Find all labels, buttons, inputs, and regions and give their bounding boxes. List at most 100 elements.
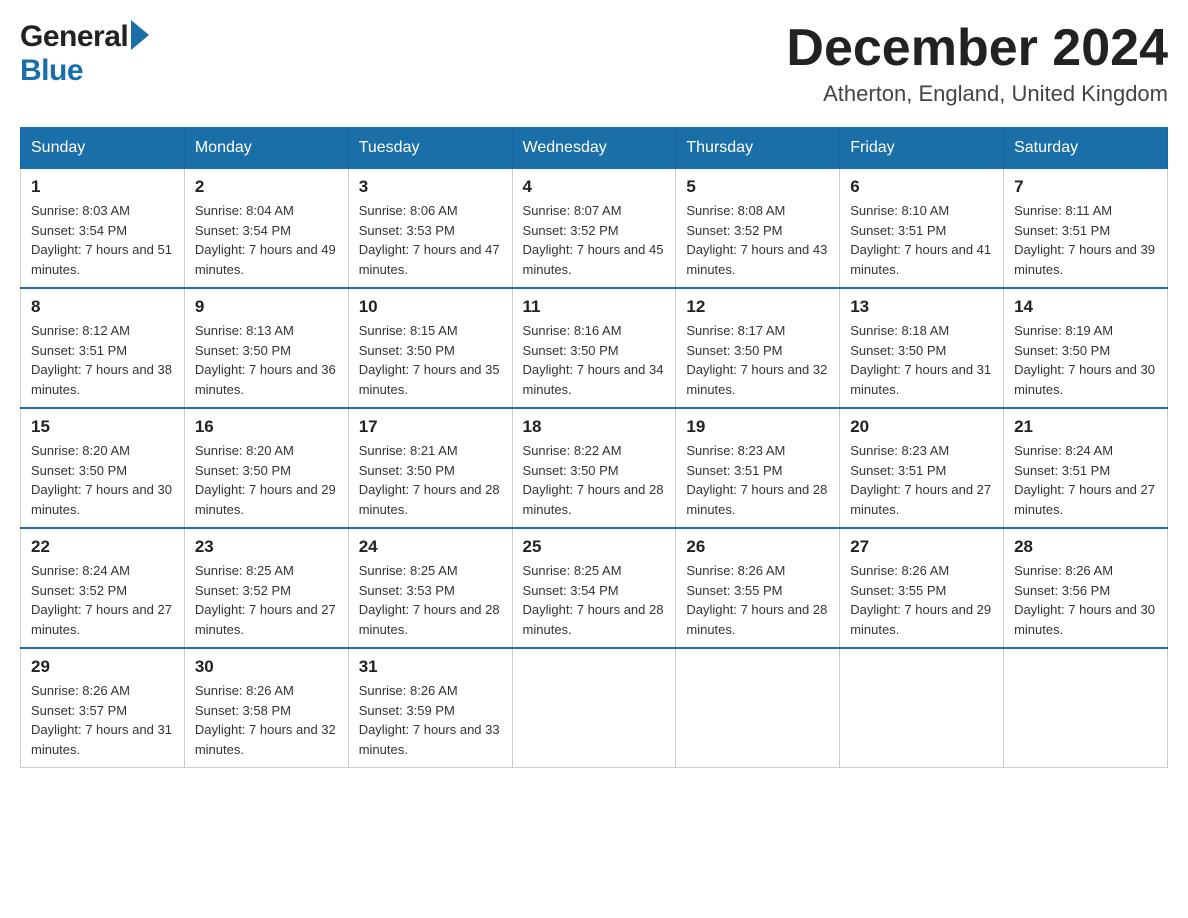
day-info: Sunrise: 8:26 AMSunset: 3:58 PMDaylight:…: [195, 683, 336, 757]
day-number: 8: [31, 297, 174, 317]
day-info: Sunrise: 8:22 AMSunset: 3:50 PMDaylight:…: [523, 443, 664, 517]
day-info: Sunrise: 8:23 AMSunset: 3:51 PMDaylight:…: [850, 443, 991, 517]
day-info: Sunrise: 8:12 AMSunset: 3:51 PMDaylight:…: [31, 323, 172, 397]
calendar-cell: 19 Sunrise: 8:23 AMSunset: 3:51 PMDaylig…: [676, 408, 840, 528]
calendar-cell: 1 Sunrise: 8:03 AMSunset: 3:54 PMDayligh…: [21, 168, 185, 288]
day-info: Sunrise: 8:17 AMSunset: 3:50 PMDaylight:…: [686, 323, 827, 397]
calendar-cell: [1004, 648, 1168, 768]
calendar-day-header-sunday: Sunday: [21, 128, 185, 168]
day-number: 27: [850, 537, 993, 557]
day-info: Sunrise: 8:07 AMSunset: 3:52 PMDaylight:…: [523, 203, 664, 277]
calendar-day-header-monday: Monday: [184, 128, 348, 168]
calendar-cell: 12 Sunrise: 8:17 AMSunset: 3:50 PMDaylig…: [676, 288, 840, 408]
day-number: 29: [31, 657, 174, 677]
day-number: 16: [195, 417, 338, 437]
day-info: Sunrise: 8:18 AMSunset: 3:50 PMDaylight:…: [850, 323, 991, 397]
calendar-cell: 14 Sunrise: 8:19 AMSunset: 3:50 PMDaylig…: [1004, 288, 1168, 408]
page-header: General Blue December 2024 Atherton, Eng…: [20, 20, 1168, 107]
calendar-cell: 28 Sunrise: 8:26 AMSunset: 3:56 PMDaylig…: [1004, 528, 1168, 648]
calendar-cell: 9 Sunrise: 8:13 AMSunset: 3:50 PMDayligh…: [184, 288, 348, 408]
day-number: 20: [850, 417, 993, 437]
calendar-week-row-4: 22 Sunrise: 8:24 AMSunset: 3:52 PMDaylig…: [21, 528, 1168, 648]
calendar-cell: 8 Sunrise: 8:12 AMSunset: 3:51 PMDayligh…: [21, 288, 185, 408]
day-info: Sunrise: 8:24 AMSunset: 3:52 PMDaylight:…: [31, 563, 172, 637]
calendar-day-header-friday: Friday: [840, 128, 1004, 168]
day-info: Sunrise: 8:19 AMSunset: 3:50 PMDaylight:…: [1014, 323, 1155, 397]
day-number: 11: [523, 297, 666, 317]
day-number: 30: [195, 657, 338, 677]
calendar-cell: 7 Sunrise: 8:11 AMSunset: 3:51 PMDayligh…: [1004, 168, 1168, 288]
day-info: Sunrise: 8:26 AMSunset: 3:55 PMDaylight:…: [850, 563, 991, 637]
calendar-cell: 17 Sunrise: 8:21 AMSunset: 3:50 PMDaylig…: [348, 408, 512, 528]
day-number: 18: [523, 417, 666, 437]
day-info: Sunrise: 8:21 AMSunset: 3:50 PMDaylight:…: [359, 443, 500, 517]
logo-blue-text: Blue: [20, 54, 83, 87]
day-number: 28: [1014, 537, 1157, 557]
day-number: 3: [359, 177, 502, 197]
day-info: Sunrise: 8:03 AMSunset: 3:54 PMDaylight:…: [31, 203, 172, 277]
day-number: 14: [1014, 297, 1157, 317]
day-number: 26: [686, 537, 829, 557]
day-number: 9: [195, 297, 338, 317]
day-number: 4: [523, 177, 666, 197]
day-info: Sunrise: 8:08 AMSunset: 3:52 PMDaylight:…: [686, 203, 827, 277]
day-info: Sunrise: 8:04 AMSunset: 3:54 PMDaylight:…: [195, 203, 336, 277]
calendar-cell: 26 Sunrise: 8:26 AMSunset: 3:55 PMDaylig…: [676, 528, 840, 648]
day-info: Sunrise: 8:25 AMSunset: 3:53 PMDaylight:…: [359, 563, 500, 637]
calendar-day-header-saturday: Saturday: [1004, 128, 1168, 168]
day-info: Sunrise: 8:26 AMSunset: 3:56 PMDaylight:…: [1014, 563, 1155, 637]
calendar-day-header-thursday: Thursday: [676, 128, 840, 168]
calendar-cell: 23 Sunrise: 8:25 AMSunset: 3:52 PMDaylig…: [184, 528, 348, 648]
day-info: Sunrise: 8:20 AMSunset: 3:50 PMDaylight:…: [195, 443, 336, 517]
calendar-cell: 24 Sunrise: 8:25 AMSunset: 3:53 PMDaylig…: [348, 528, 512, 648]
day-number: 6: [850, 177, 993, 197]
calendar-cell: 5 Sunrise: 8:08 AMSunset: 3:52 PMDayligh…: [676, 168, 840, 288]
day-info: Sunrise: 8:11 AMSunset: 3:51 PMDaylight:…: [1014, 203, 1155, 277]
calendar-cell: 30 Sunrise: 8:26 AMSunset: 3:58 PMDaylig…: [184, 648, 348, 768]
calendar-header-row: SundayMondayTuesdayWednesdayThursdayFrid…: [21, 128, 1168, 168]
day-number: 7: [1014, 177, 1157, 197]
day-info: Sunrise: 8:25 AMSunset: 3:52 PMDaylight:…: [195, 563, 336, 637]
day-number: 25: [523, 537, 666, 557]
calendar-week-row-1: 1 Sunrise: 8:03 AMSunset: 3:54 PMDayligh…: [21, 168, 1168, 288]
day-number: 19: [686, 417, 829, 437]
calendar-cell: 4 Sunrise: 8:07 AMSunset: 3:52 PMDayligh…: [512, 168, 676, 288]
calendar-day-header-tuesday: Tuesday: [348, 128, 512, 168]
calendar-day-header-wednesday: Wednesday: [512, 128, 676, 168]
calendar-cell: 27 Sunrise: 8:26 AMSunset: 3:55 PMDaylig…: [840, 528, 1004, 648]
calendar-cell: 20 Sunrise: 8:23 AMSunset: 3:51 PMDaylig…: [840, 408, 1004, 528]
day-info: Sunrise: 8:16 AMSunset: 3:50 PMDaylight:…: [523, 323, 664, 397]
day-info: Sunrise: 8:23 AMSunset: 3:51 PMDaylight:…: [686, 443, 827, 517]
day-info: Sunrise: 8:26 AMSunset: 3:57 PMDaylight:…: [31, 683, 172, 757]
logo-chevron-icon: [131, 20, 149, 50]
calendar-cell: 6 Sunrise: 8:10 AMSunset: 3:51 PMDayligh…: [840, 168, 1004, 288]
day-number: 12: [686, 297, 829, 317]
calendar-cell: 16 Sunrise: 8:20 AMSunset: 3:50 PMDaylig…: [184, 408, 348, 528]
day-info: Sunrise: 8:26 AMSunset: 3:59 PMDaylight:…: [359, 683, 500, 757]
calendar-week-row-2: 8 Sunrise: 8:12 AMSunset: 3:51 PMDayligh…: [21, 288, 1168, 408]
calendar-cell: [512, 648, 676, 768]
logo: General Blue: [20, 20, 149, 88]
calendar-cell: 29 Sunrise: 8:26 AMSunset: 3:57 PMDaylig…: [21, 648, 185, 768]
day-info: Sunrise: 8:10 AMSunset: 3:51 PMDaylight:…: [850, 203, 991, 277]
day-number: 5: [686, 177, 829, 197]
day-info: Sunrise: 8:20 AMSunset: 3:50 PMDaylight:…: [31, 443, 172, 517]
day-number: 21: [1014, 417, 1157, 437]
month-title: December 2024: [786, 20, 1168, 77]
logo-general-text: General: [20, 22, 128, 52]
title-section: December 2024 Atherton, England, United …: [786, 20, 1168, 107]
calendar-cell: 22 Sunrise: 8:24 AMSunset: 3:52 PMDaylig…: [21, 528, 185, 648]
day-number: 10: [359, 297, 502, 317]
day-info: Sunrise: 8:06 AMSunset: 3:53 PMDaylight:…: [359, 203, 500, 277]
calendar-cell: 3 Sunrise: 8:06 AMSunset: 3:53 PMDayligh…: [348, 168, 512, 288]
calendar-cell: 31 Sunrise: 8:26 AMSunset: 3:59 PMDaylig…: [348, 648, 512, 768]
day-info: Sunrise: 8:25 AMSunset: 3:54 PMDaylight:…: [523, 563, 664, 637]
day-number: 17: [359, 417, 502, 437]
calendar-cell: 21 Sunrise: 8:24 AMSunset: 3:51 PMDaylig…: [1004, 408, 1168, 528]
calendar-cell: 11 Sunrise: 8:16 AMSunset: 3:50 PMDaylig…: [512, 288, 676, 408]
day-number: 2: [195, 177, 338, 197]
calendar-table: SundayMondayTuesdayWednesdayThursdayFrid…: [20, 127, 1168, 768]
day-info: Sunrise: 8:26 AMSunset: 3:55 PMDaylight:…: [686, 563, 827, 637]
calendar-cell: [676, 648, 840, 768]
calendar-cell: 25 Sunrise: 8:25 AMSunset: 3:54 PMDaylig…: [512, 528, 676, 648]
